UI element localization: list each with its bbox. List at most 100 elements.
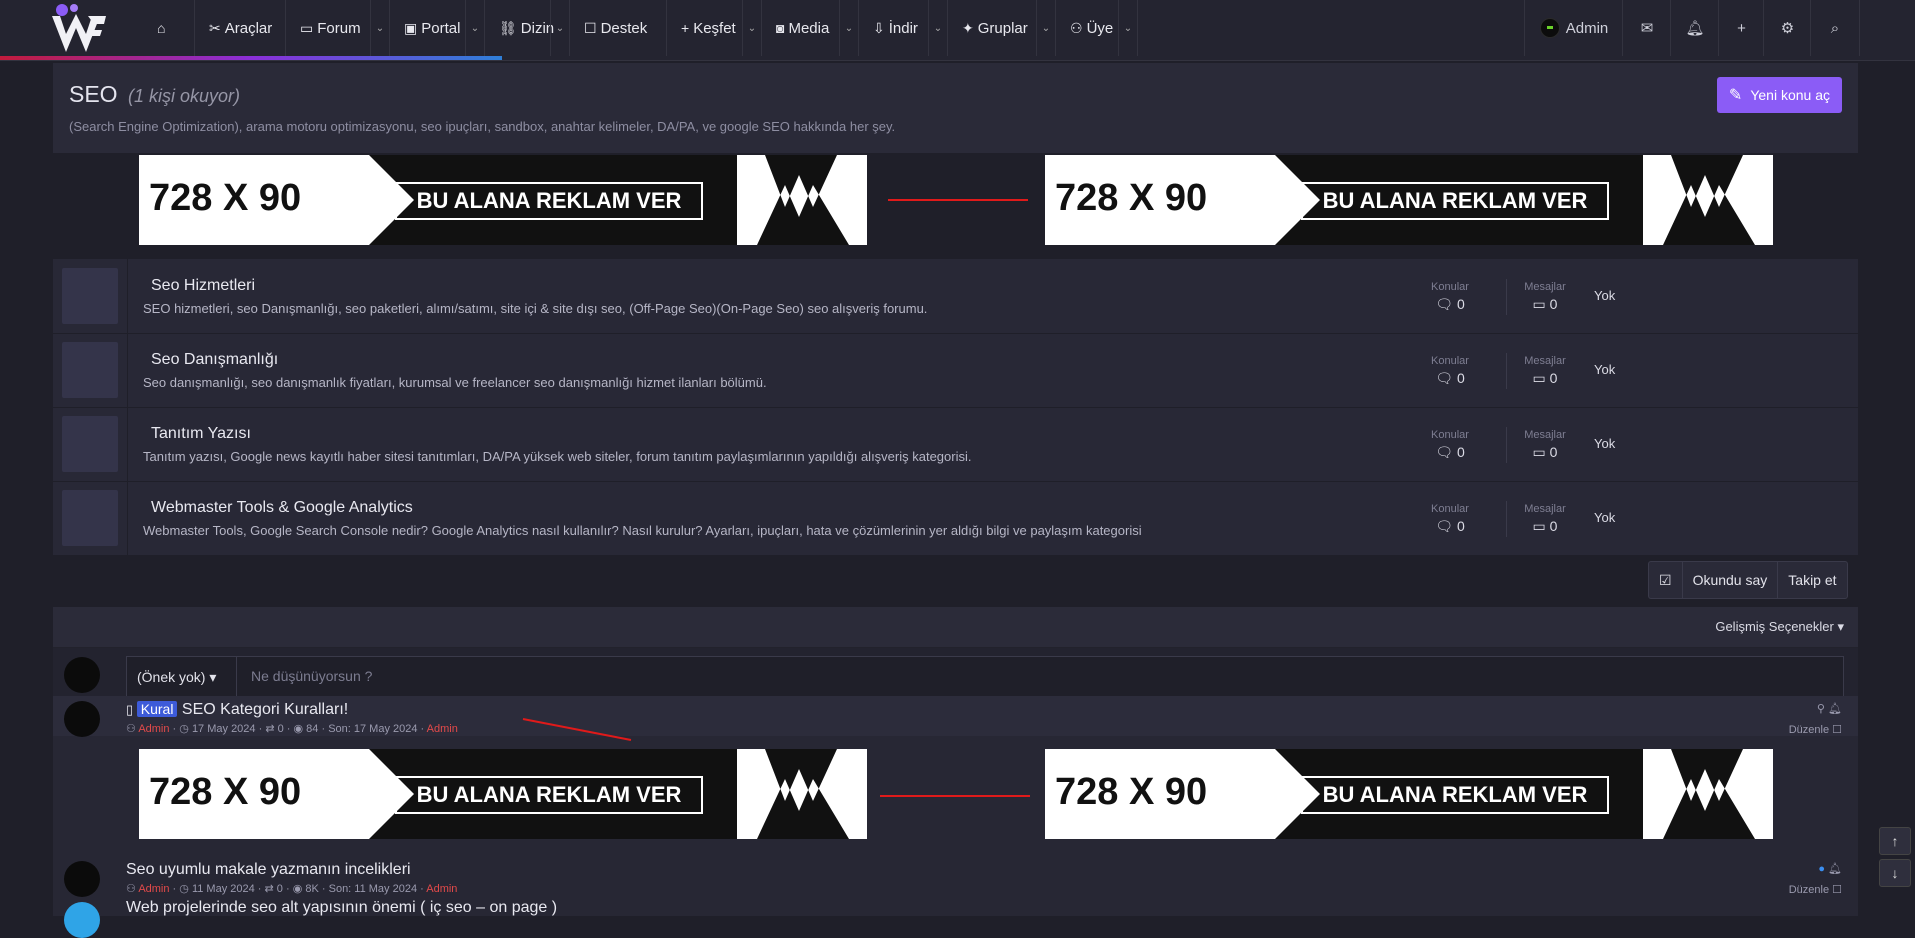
- thread-last-label: Son: 17 May 2024: [328, 723, 418, 735]
- nav-home[interactable]: ⌂: [143, 0, 195, 56]
- nav-label: Gruplar: [977, 19, 1028, 37]
- alerts-button[interactable]: 🔔︎: [1670, 0, 1719, 56]
- new-post-button[interactable]: +: [1718, 0, 1764, 56]
- scroll-bottom-button[interactable]: ↓: [1879, 859, 1911, 887]
- threads-stat: Konular 🗨︎ 0: [1420, 429, 1480, 461]
- nav-forum[interactable]: ▭ Forum ⌄: [286, 0, 390, 56]
- avatar[interactable]: [64, 701, 100, 737]
- chevron-down-icon[interactable]: ⌄: [1036, 0, 1055, 56]
- thread-author[interactable]: Admin: [138, 723, 169, 735]
- pin-icon: ⚲: [1816, 703, 1825, 715]
- chevron-down-icon[interactable]: ⌄: [928, 0, 947, 56]
- watch-button[interactable]: Takip et: [1777, 562, 1846, 598]
- nav-portal[interactable]: ▣ Portal ⌄: [390, 0, 485, 56]
- tools-icon: ✂: [209, 19, 221, 36]
- subforum-description: Tanıtım yazısı, Google news kayıtlı habe…: [143, 449, 972, 464]
- checkbox-icon: ☑: [1659, 571, 1672, 588]
- checkbox-icon[interactable]: ☐: [1832, 884, 1842, 896]
- advanced-options-label: Gelişmiş Seçenekler: [1715, 619, 1834, 634]
- threads-stat-label: Konular: [1431, 281, 1469, 293]
- account-menu[interactable]: Admin: [1524, 0, 1623, 56]
- forum-icon: [62, 416, 118, 472]
- chevron-down-icon[interactable]: ⌄: [550, 0, 569, 56]
- select-threads-button[interactable]: ☑: [1649, 562, 1682, 598]
- avatar[interactable]: [64, 861, 100, 897]
- settings-button[interactable]: ⚙: [1763, 0, 1811, 56]
- nav-destek[interactable]: ☐ Destek: [570, 0, 667, 56]
- avatar[interactable]: [64, 902, 100, 938]
- messages-icon: ▭: [1532, 518, 1550, 534]
- thread-views: 84: [306, 723, 319, 735]
- scroll-top-button[interactable]: ↑: [1879, 827, 1911, 855]
- subforum-row[interactable]: Seo Hizmetleri SEO hizmetleri, seo Danış…: [53, 259, 1858, 334]
- chevron-down-icon[interactable]: ⌄: [465, 0, 484, 56]
- forum-actions: ☑ Okundu say Takip et: [1648, 561, 1848, 599]
- ad-banner[interactable]: 728 X 90 BU ALANA REKLAM VER: [139, 155, 867, 245]
- subforum-title[interactable]: Webmaster Tools & Google Analytics: [151, 499, 413, 517]
- messages-count: ▭ 0: [1515, 444, 1575, 461]
- quick-thread-form: (Önek yok) ▾ Ne düşünüyorsun ?: [53, 648, 1858, 698]
- clock-icon: ◷: [179, 883, 192, 895]
- nav-araclar[interactable]: ✂ Araçlar: [195, 0, 286, 56]
- thread-author[interactable]: Admin: [138, 883, 169, 895]
- thread-date: 17 May 2024: [191, 723, 256, 735]
- ad-banner[interactable]: 728 X 90 BU ALANA REKLAM VER: [139, 749, 867, 839]
- ad-size: 728 X 90: [149, 771, 302, 813]
- chevron-down-icon[interactable]: ⌄: [370, 0, 389, 56]
- ad-banner[interactable]: 728 X 90 BU ALANA REKLAM VER: [1045, 749, 1773, 839]
- row-divider: [127, 407, 128, 481]
- forum-title: SEO: [69, 81, 118, 107]
- thread-title[interactable]: Web projelerinde seo alt yapısının önemi…: [126, 899, 557, 917]
- quick-thread-input[interactable]: Ne düşünüyorsun ?: [251, 668, 372, 684]
- subforum-row[interactable]: Seo Danışmanlığı Seo danışmanlığı, seo d…: [53, 333, 1858, 408]
- nav-indir[interactable]: ⇩ İndir ⌄: [859, 0, 948, 56]
- messages-stat: Mesajlar ▭ 0: [1515, 355, 1575, 387]
- readers-count: (1 kişi okuyor): [127, 86, 240, 106]
- nav-gruplar[interactable]: ✦ Gruplar ⌄: [948, 0, 1056, 56]
- subforum-title[interactable]: Seo Danışmanlığı: [151, 351, 278, 369]
- nav-label: Keşfet: [693, 19, 736, 37]
- subforum-row[interactable]: Tanıtım Yazısı Tanıtım yazısı, Google ne…: [53, 407, 1858, 482]
- prefix-select[interactable]: (Önek yok) ▾: [127, 657, 237, 697]
- advanced-options-button[interactable]: Gelişmiş Seçenekler ▾: [1715, 619, 1844, 635]
- thread-date: 11 May 2024: [191, 883, 255, 895]
- thread-views: 8K: [305, 883, 319, 895]
- threads-value: 0: [1456, 370, 1465, 386]
- thread-title[interactable]: Seo uyumlu makale yazmanın incelikleri: [126, 861, 411, 879]
- page-progress-bar: [0, 56, 502, 60]
- subforum-title[interactable]: Tanıtım Yazısı: [151, 425, 251, 443]
- thread-row[interactable]: Web projelerinde seo alt yapısının önemi…: [53, 897, 1858, 938]
- new-thread-button[interactable]: ✎ Yeni konu aç: [1716, 77, 1842, 113]
- nav-kesfet[interactable]: + Keşfet ⌄: [667, 0, 762, 56]
- chevron-down-icon[interactable]: ⌄: [1118, 0, 1137, 56]
- inbox-button[interactable]: ✉: [1622, 0, 1671, 56]
- thread-edit[interactable]: Düzenle ☐: [1789, 883, 1842, 896]
- subforum-row[interactable]: Webmaster Tools & Google Analytics Webma…: [53, 481, 1858, 556]
- subforum-list: Seo Hizmetleri SEO hizmetleri, seo Danış…: [53, 259, 1858, 556]
- new-thread-label: Yeni konu aç: [1750, 87, 1830, 103]
- ad-slogan: BU ALANA REKLAM VER: [1301, 182, 1609, 220]
- edit-label: Düzenle: [1788, 884, 1830, 896]
- chevron-down-icon[interactable]: ⌄: [839, 0, 858, 56]
- thread-edit[interactable]: Düzenle ☐: [1789, 723, 1842, 736]
- row-divider: [127, 333, 128, 407]
- nav-uye[interactable]: ⚇ Üye ⌄: [1056, 0, 1138, 56]
- envelope-icon: ✉: [1640, 20, 1654, 37]
- thread-row[interactable]: ▯ Kural SEO Kategori Kuralları! ⚇ Admin …: [53, 696, 1858, 737]
- search-button[interactable]: ⌕: [1810, 0, 1860, 56]
- thread-last-user[interactable]: Admin: [426, 883, 457, 895]
- mark-read-button[interactable]: Okundu say: [1681, 562, 1778, 598]
- thread-row[interactable]: Seo uyumlu makale yazmanın incelikleri ⚇…: [53, 856, 1858, 897]
- checkbox-icon[interactable]: ☐: [1832, 724, 1842, 736]
- subforum-title[interactable]: Seo Hizmetleri: [151, 277, 255, 295]
- thread-last-user[interactable]: Admin: [427, 723, 458, 735]
- nav-media[interactable]: ◙ Media ⌄: [762, 0, 859, 56]
- nav-dizin[interactable]: ⛓ Dizin ⌄: [485, 0, 570, 56]
- site-logo[interactable]: [48, 2, 108, 56]
- thread-title[interactable]: ▯ Kural SEO Kategori Kuralları!: [126, 701, 348, 719]
- ad-banner[interactable]: 728 X 90 BU ALANA REKLAM VER: [1045, 155, 1773, 245]
- messages-stat: Mesajlar ▭ 0: [1515, 281, 1575, 313]
- chevron-down-icon[interactable]: ⌄: [742, 0, 761, 56]
- threads-stat: Konular 🗨︎ 0: [1420, 355, 1480, 387]
- threads-stat-label: Konular: [1431, 503, 1469, 515]
